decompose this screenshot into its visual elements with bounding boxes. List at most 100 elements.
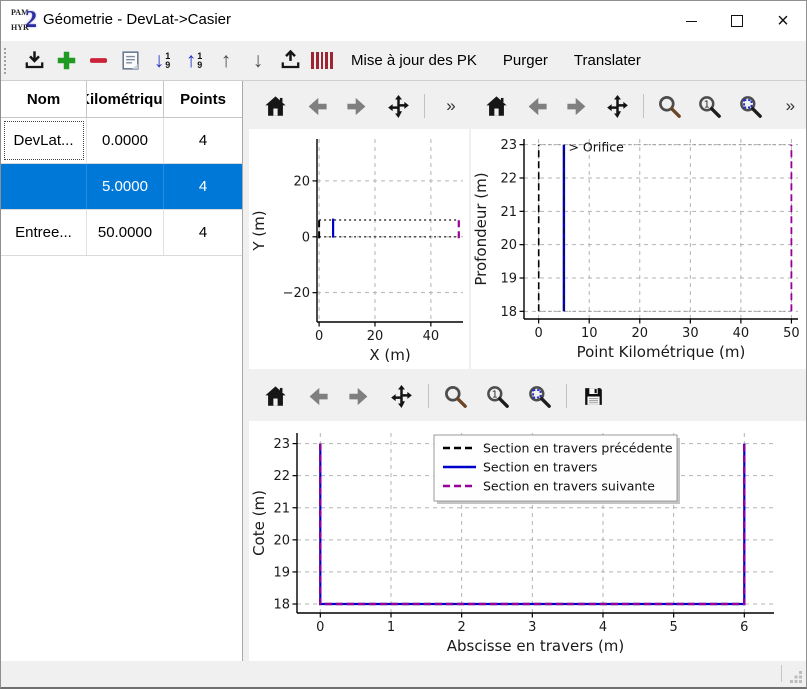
window-controls: × [668,1,806,41]
svg-text:20: 20 [367,329,384,344]
overflow-button[interactable]: » [433,88,469,125]
svg-text:0: 0 [302,230,310,245]
zoom-one-button[interactable]: 1 [692,88,727,125]
toolbar-separator [566,384,567,408]
zoom-one-button[interactable]: 1 [479,378,516,415]
overflow-icon: » [786,96,795,116]
pk-bars-button[interactable] [307,45,337,77]
mise-jour-des-pk-button[interactable]: Mise à jour des PK [340,48,488,73]
toolbar-drag-handle[interactable] [4,48,11,74]
table-row-selected[interactable]: 5.0000 4 [1,164,242,210]
home-button[interactable] [257,378,294,415]
cell-kilometrique[interactable]: 0.0000 [87,118,164,163]
maximize-button[interactable] [714,1,760,41]
svg-text:20: 20 [293,174,310,189]
cell-kilometrique[interactable]: 5.0000 [87,164,164,209]
sort-down-button[interactable]: ↓19 [147,45,177,77]
back-icon [523,93,550,120]
table-row[interactable]: Entree... 50.0000 4 [1,210,242,256]
column-header-points[interactable]: Points [164,81,242,117]
title-bar: PAM 2 HYR Géometrie - DevLat->Casier × [1,1,806,41]
zoom-button[interactable] [652,88,687,125]
add-icon [54,48,79,73]
move-down-button[interactable]: ↓ [243,45,273,77]
minimize-button[interactable] [668,1,714,41]
cell-nom[interactable]: Entree... [1,210,87,255]
svg-text:22: 22 [273,469,290,484]
cell-nom[interactable] [1,164,87,209]
table-row[interactable]: DevLat... 0.0000 4 [1,118,242,164]
pan-icon [385,93,412,120]
back-button[interactable] [298,88,334,125]
status-bar [1,661,806,687]
pan-icon [604,93,631,120]
pk-bars-icon [310,52,334,70]
pan-button[interactable] [383,378,420,415]
zoom-rect-icon [526,383,553,410]
cell-kilometrique[interactable]: 50.0000 [87,210,164,255]
cell-points[interactable]: 4 [164,210,242,255]
svg-text:22: 22 [500,172,517,187]
overflow-button[interactable]: » [773,88,807,125]
back-button[interactable] [519,88,554,125]
svg-text:23: 23 [273,437,290,452]
cell-points[interactable]: 4 [164,118,242,163]
notes-icon [118,48,143,73]
home-button[interactable] [257,88,293,125]
profile-chart[interactable]: 01020304050181920212223Point Kilométriqu… [471,129,807,369]
move-up-button[interactable]: ↑ [211,45,241,77]
sort-up-icon: ↑19 [186,50,203,71]
pan-icon [388,383,415,410]
svg-text:19: 19 [500,272,517,287]
add-button[interactable] [51,45,81,77]
profile-figure: 01020304050181920212223Point Kilométriqu… [471,129,807,369]
sort-up-button[interactable]: ↑19 [179,45,209,77]
cross-section-chart[interactable]: 0123456181920212223Abscisse en travers (… [249,421,807,661]
column-header-kilometrique[interactable]: Kilométrique [87,81,164,117]
back-button[interactable] [299,378,336,415]
remove-button[interactable] [83,45,113,77]
cross-section-nav-toolbar: 1 [249,373,807,419]
toolbar-separator [643,94,644,118]
export-button[interactable] [275,45,305,77]
zoom-button[interactable] [437,378,474,415]
resize-grip[interactable] [790,671,803,684]
forward-icon [344,93,371,120]
svg-text:0: 0 [315,329,323,344]
cell-nom[interactable]: DevLat... [1,118,87,163]
forward-button[interactable] [560,88,595,125]
home-button[interactable] [479,88,514,125]
zoom-icon [656,93,683,120]
home-icon [262,383,289,410]
svg-text:X (m): X (m) [369,346,410,364]
notes-button[interactable] [115,45,145,77]
svg-text:1: 1 [704,99,710,110]
translater-button[interactable]: Translater [563,48,652,73]
close-button[interactable]: × [760,1,806,41]
main-toolbar: ↓19 ↑19 ↑↓ Mise à jour des PKPurgerTranslat… [1,41,806,81]
toolbar-separator [424,94,425,118]
svg-text:10: 10 [581,326,598,341]
save-button[interactable] [575,378,612,415]
sort-down-icon: ↓19 [154,50,171,71]
back-icon [304,383,331,410]
svg-text:6: 6 [740,620,748,635]
back-icon [303,93,330,120]
svg-text:40: 40 [733,326,750,341]
purger-button[interactable]: Purger [492,48,559,73]
cell-points[interactable]: 4 [164,164,242,209]
zoom-rect-button[interactable] [732,88,767,125]
forward-button[interactable] [339,88,375,125]
maximize-icon [731,15,743,27]
svg-text:Point Kilométrique (m): Point Kilométrique (m) [577,343,746,361]
remove-icon [86,48,111,73]
pan-button[interactable] [600,88,635,125]
import-button[interactable] [19,45,49,77]
plan-view-chart[interactable]: 02040−20020X (m)Y (m) [249,129,469,369]
column-header-nom[interactable]: Nom [1,81,87,117]
pan-button[interactable] [380,88,416,125]
zoom-rect-button[interactable] [521,378,558,415]
svg-text:Section en travers précédente: Section en travers précédente [483,441,673,456]
svg-text:1: 1 [492,389,498,400]
forward-button[interactable] [341,378,378,415]
